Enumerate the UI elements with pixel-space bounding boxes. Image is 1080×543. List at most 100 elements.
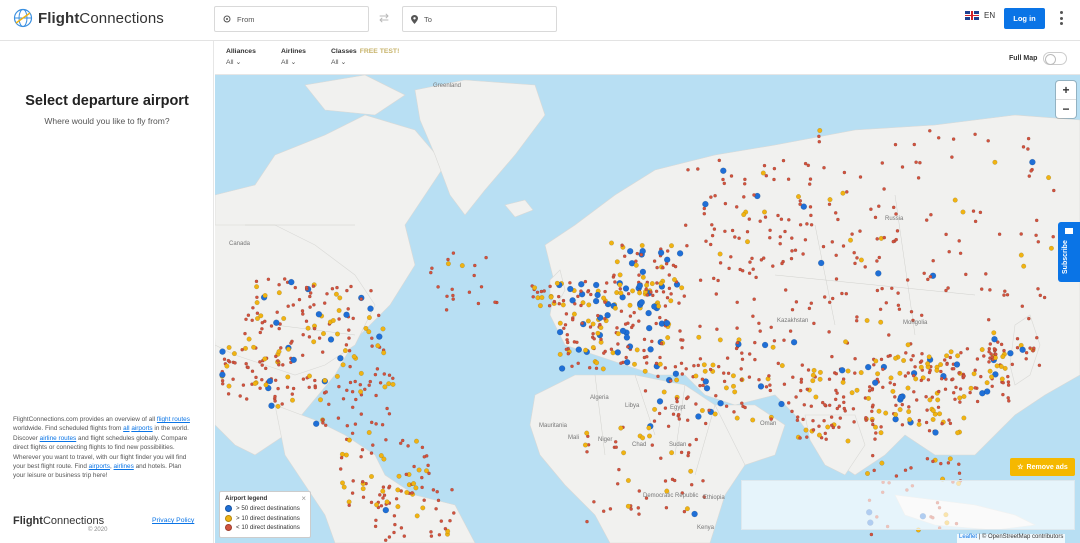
airport-marker[interactable]	[676, 250, 684, 257]
airport-marker[interactable]	[602, 316, 607, 321]
airport-marker[interactable]	[637, 512, 641, 516]
airport-marker[interactable]	[343, 311, 350, 319]
airport-marker[interactable]	[387, 535, 392, 539]
airport-marker[interactable]	[827, 403, 832, 408]
airports-link-2[interactable]: airports	[89, 463, 110, 470]
airport-marker[interactable]	[806, 163, 811, 168]
airport-marker[interactable]	[790, 339, 798, 346]
airport-marker[interactable]	[916, 176, 921, 180]
airport-marker[interactable]	[731, 383, 737, 389]
airport-marker[interactable]	[285, 374, 291, 380]
airport-marker[interactable]	[390, 376, 395, 381]
airport-marker[interactable]	[973, 386, 978, 390]
airport-marker[interactable]	[336, 416, 341, 420]
airport-marker[interactable]	[353, 379, 357, 384]
airport-marker[interactable]	[870, 409, 874, 414]
airport-marker[interactable]	[644, 287, 649, 291]
airport-marker[interactable]	[708, 242, 713, 247]
airport-marker[interactable]	[768, 235, 772, 240]
airport-marker[interactable]	[944, 353, 950, 359]
airport-marker[interactable]	[439, 519, 444, 523]
airport-marker[interactable]	[701, 383, 705, 388]
airport-marker[interactable]	[986, 317, 991, 322]
airport-marker[interactable]	[679, 285, 685, 291]
airport-marker[interactable]	[748, 260, 752, 264]
airport-marker[interactable]	[613, 439, 618, 444]
airport-marker[interactable]	[742, 182, 747, 186]
airport-marker[interactable]	[896, 303, 901, 308]
airport-marker[interactable]	[323, 423, 328, 428]
airport-marker[interactable]	[381, 485, 386, 489]
airport-marker[interactable]	[858, 229, 862, 233]
airport-marker[interactable]	[558, 365, 566, 372]
airport-marker[interactable]	[893, 395, 897, 399]
airport-marker[interactable]	[951, 137, 956, 141]
to-input[interactable]: To	[402, 6, 557, 32]
airport-marker[interactable]	[612, 273, 616, 277]
airport-marker[interactable]	[822, 165, 826, 170]
airport-marker[interactable]	[798, 388, 803, 393]
airport-marker[interactable]	[988, 288, 992, 292]
airport-marker[interactable]	[238, 394, 243, 398]
airport-marker[interactable]	[880, 161, 885, 165]
airport-marker[interactable]	[786, 177, 791, 181]
airport-marker[interactable]	[347, 336, 351, 340]
airport-marker[interactable]	[325, 291, 329, 296]
airport-marker[interactable]	[346, 437, 352, 443]
airport-marker[interactable]	[817, 128, 823, 134]
airport-marker[interactable]	[900, 402, 905, 407]
airport-marker[interactable]	[627, 302, 633, 308]
airport-marker[interactable]	[411, 481, 417, 487]
airport-marker[interactable]	[772, 166, 777, 171]
all-airports-link[interactable]: all	[123, 425, 129, 432]
airport-marker[interactable]	[592, 297, 600, 305]
airport-marker[interactable]	[790, 409, 794, 414]
airport-marker[interactable]	[406, 444, 410, 448]
airport-marker[interactable]	[226, 345, 232, 351]
airport-marker[interactable]	[590, 345, 596, 351]
airport-marker[interactable]	[600, 366, 606, 372]
airport-marker[interactable]	[652, 259, 657, 263]
airport-marker[interactable]	[353, 422, 358, 426]
airport-marker[interactable]	[276, 290, 282, 296]
airport-marker[interactable]	[887, 333, 891, 337]
airport-marker[interactable]	[928, 274, 933, 279]
airport-marker[interactable]	[837, 425, 841, 430]
airport-marker[interactable]	[905, 385, 911, 391]
airport-marker[interactable]	[897, 407, 903, 413]
airport-marker[interactable]	[445, 294, 449, 299]
airport-marker[interactable]	[396, 473, 402, 479]
airport-marker[interactable]	[640, 435, 646, 441]
airport-marker[interactable]	[799, 380, 804, 384]
airport-marker[interactable]	[435, 489, 439, 494]
airport-marker[interactable]	[778, 234, 783, 239]
airport-marker[interactable]	[973, 132, 977, 137]
airport-marker[interactable]	[531, 294, 536, 299]
airport-marker[interactable]	[1042, 295, 1047, 300]
airport-marker[interactable]	[952, 197, 958, 203]
airlines-link[interactable]: airlines	[114, 463, 134, 470]
from-input[interactable]: From	[214, 6, 369, 32]
airport-marker[interactable]	[340, 362, 346, 368]
airport-marker[interactable]	[592, 336, 597, 341]
airport-marker[interactable]	[987, 346, 992, 351]
language-selector[interactable]: EN	[965, 11, 995, 20]
airport-marker[interactable]	[565, 332, 570, 337]
airport-marker[interactable]	[643, 389, 648, 393]
airport-marker[interactable]	[472, 273, 477, 278]
airport-marker[interactable]	[472, 263, 477, 268]
airport-marker[interactable]	[304, 319, 309, 323]
airport-marker[interactable]	[830, 296, 835, 301]
airport-marker[interactable]	[801, 417, 805, 422]
airport-marker[interactable]	[595, 330, 601, 336]
airport-marker[interactable]	[721, 177, 725, 182]
airport-marker[interactable]	[258, 360, 262, 364]
airport-marker[interactable]	[696, 334, 702, 340]
airport-marker[interactable]	[750, 417, 756, 423]
airport-marker[interactable]	[912, 142, 917, 147]
airport-marker[interactable]	[293, 285, 298, 290]
airport-marker[interactable]	[769, 325, 774, 330]
airport-marker[interactable]	[567, 285, 574, 293]
airport-marker[interactable]	[835, 406, 840, 411]
airport-marker[interactable]	[852, 420, 856, 424]
